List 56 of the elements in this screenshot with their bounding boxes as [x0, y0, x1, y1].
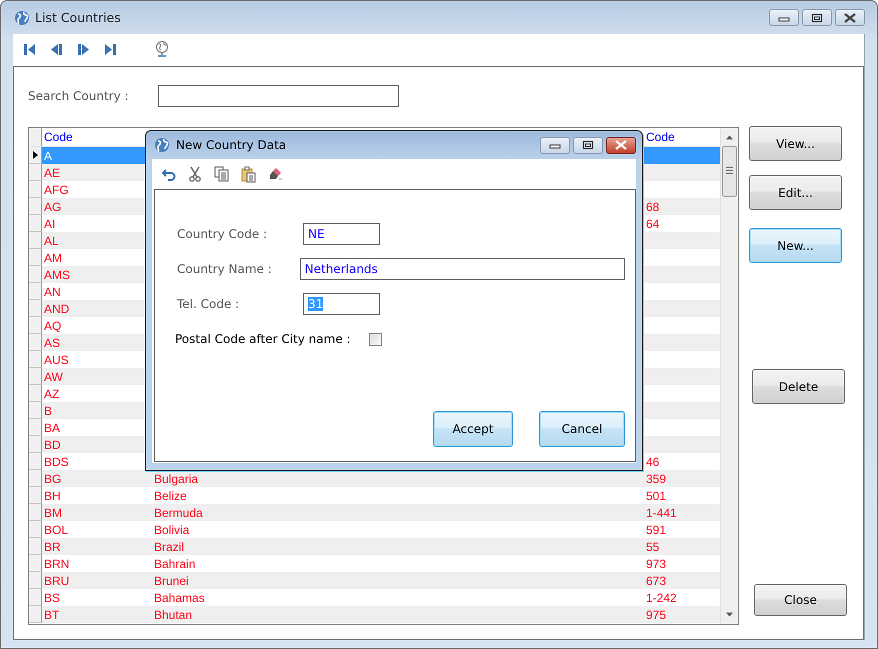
table-cell: AS [44, 336, 60, 350]
table-cell: Bolivia [154, 522, 190, 536]
table-cell: AND [44, 302, 70, 316]
table-cell: AG [44, 200, 62, 214]
table-cell: 1-441 [646, 506, 677, 520]
table-cell: Bulgaria [154, 472, 198, 486]
table-cell: Brazil [154, 540, 184, 554]
table-cell: AMS [44, 268, 70, 282]
dialog-title: New Country Data [176, 138, 286, 152]
table-cell: AFG [44, 182, 69, 196]
field-label: Tel. Code : [177, 297, 240, 311]
table-cell: BRU [44, 574, 70, 588]
table-cell: B [44, 404, 52, 418]
table-cell: 973 [646, 556, 666, 570]
table-cell: BT [44, 608, 60, 622]
field-label: Country Name : [177, 262, 273, 276]
field-label: Country Code : [177, 227, 268, 241]
table-cell: 64 [646, 216, 660, 230]
table-cell: Brunei [154, 574, 189, 588]
checkbox-label: Postal Code after City name : [175, 332, 351, 346]
table-cell: 68 [646, 200, 660, 214]
table-cell: A [44, 148, 52, 162]
table-cell: BR [44, 540, 61, 554]
table-cell: Bahamas [154, 590, 205, 604]
table-cell: AUS [44, 352, 69, 366]
search-label: Search Country : [28, 89, 130, 103]
table-cell: BM [44, 506, 62, 520]
table-cell: BRN [44, 556, 70, 570]
table-cell: Belize [154, 488, 187, 502]
table-cell: BH [44, 488, 61, 502]
table-cell: 46 [646, 454, 660, 468]
window-title: List Countries [35, 10, 121, 25]
table-cell: 673 [646, 574, 666, 588]
table-cell: 501 [646, 488, 666, 502]
table-cell: 359 [646, 472, 666, 486]
table-cell: BS [44, 590, 60, 604]
table-cell: AQ [44, 318, 62, 332]
table-cell: 55 [646, 540, 660, 554]
table-cell: AL [44, 234, 59, 248]
table-cell: AW [44, 370, 63, 384]
table-cell: BG [44, 472, 62, 486]
table-cell: BOL [44, 522, 68, 536]
table-cell: 1-242 [646, 590, 677, 604]
table-cell: AE [44, 166, 60, 180]
table-cell: AN [44, 284, 61, 298]
table-cell: Bahrain [154, 556, 196, 570]
table-cell: AM [44, 250, 62, 264]
table-cell: Bermuda [154, 506, 203, 520]
table-cell: 975 [646, 608, 666, 622]
table-cell: AZ [44, 386, 60, 400]
table-cell: 591 [646, 522, 666, 536]
table-cell: BD [44, 438, 61, 452]
table-cell: BA [44, 420, 60, 434]
table-cell: BDS [44, 454, 69, 468]
table-cell: Bhutan [154, 608, 192, 622]
table-cell: AI [44, 216, 56, 230]
